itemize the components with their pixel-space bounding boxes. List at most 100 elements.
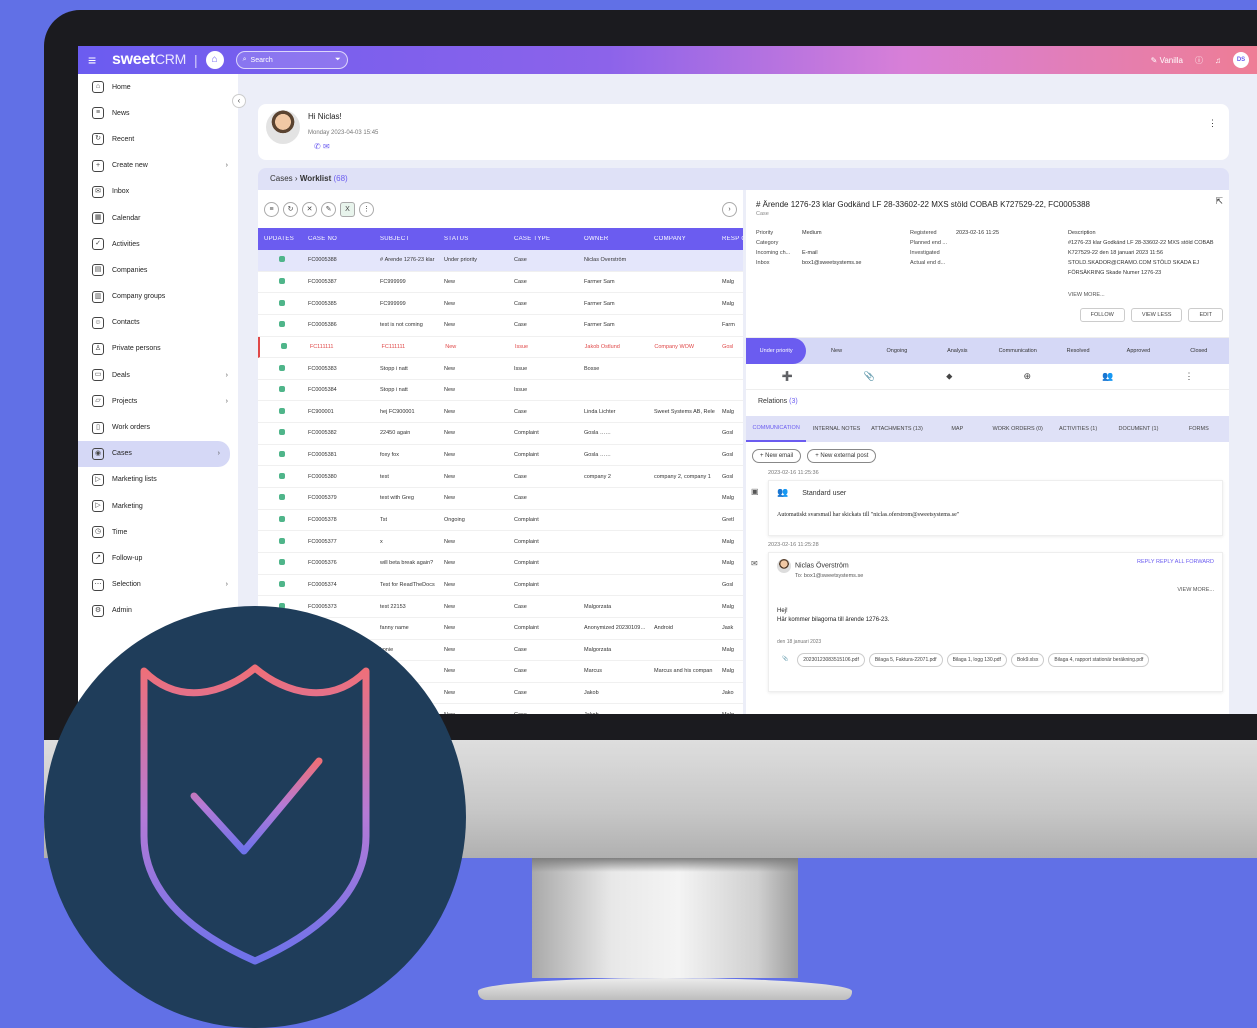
- table-row[interactable]: FC0005379 test with Greg New Case Malg: [258, 488, 743, 510]
- table-row[interactable]: FC900001 hej FC900001 New Case Linda Lichter…: [258, 401, 743, 424]
- table-row[interactable]: FC0005387 FC999999 New Case Farmer Sam Malg: [258, 272, 743, 294]
- attachment-chip[interactable]: Bilaga 4, rapport stationär beräkning.pd…: [1048, 653, 1150, 667]
- user-menu[interactable]: ✎ Vanilla: [1151, 56, 1183, 65]
- table-row[interactable]: FC111111 FC111111 New Issue Jakob Östlund Com…: [258, 336, 743, 359]
- open-external-icon[interactable]: ⇱: [1215, 196, 1223, 207]
- avatar[interactable]: DS: [1233, 52, 1249, 68]
- sidebar-item-activities[interactable]: ✓ Activities: [78, 231, 238, 257]
- tab-map[interactable]: MAP: [927, 426, 987, 432]
- info-icon[interactable]: ⓘ: [1195, 55, 1203, 66]
- table-row[interactable]: FC0005376 will beta break again? New Compla…: [258, 553, 743, 575]
- bell-icon[interactable]: ♫: [1215, 56, 1221, 65]
- tab-activities[interactable]: ACTIVITIES (1): [1048, 426, 1108, 432]
- stage-new[interactable]: New: [806, 348, 866, 354]
- reply-actions[interactable]: REPLY REPLY ALL FORWARD: [1137, 559, 1214, 565]
- excel-export-icon[interactable]: X: [340, 201, 355, 217]
- search-input[interactable]: ⌕ Search ⏷: [235, 51, 348, 69]
- stage-resolved[interactable]: Resolved: [1048, 348, 1108, 354]
- sidebar-item-private-persons[interactable]: ♙ Private persons: [78, 336, 238, 362]
- home-icon[interactable]: ⌂: [205, 51, 224, 69]
- column-header[interactable]: CASE TYPE: [510, 236, 580, 242]
- sidebar-item-follow-up[interactable]: ↗ Follow-up: [78, 545, 238, 571]
- logo[interactable]: sweetCRM: [112, 51, 186, 69]
- sidebar-item-deals[interactable]: ▭ Deals ›: [78, 362, 238, 388]
- sidebar-item-inbox[interactable]: ✉ Inbox: [78, 179, 238, 205]
- sidebar-item-selection[interactable]: ⋯ Selection ›: [78, 572, 238, 598]
- column-header[interactable]: SUBJECT: [374, 236, 440, 242]
- sidebar-item-news[interactable]: ≡ News: [78, 100, 238, 126]
- chevron-right-icon[interactable]: ›: [722, 201, 737, 217]
- table-row[interactable]: FC0005378 Tst Ongoing Complaint Gretl: [258, 510, 743, 532]
- close-icon[interactable]: ✕: [302, 201, 317, 217]
- sidebar-item-marketing-lists[interactable]: ▷ Marketing lists: [78, 467, 238, 493]
- sidebar-item-time[interactable]: ◷ Time: [78, 519, 238, 545]
- collapse-sidebar-icon[interactable]: ‹: [232, 94, 246, 108]
- add-activity-icon[interactable]: ➕: [782, 371, 793, 382]
- table-row[interactable]: FC0005383 Stopp i natt New Issue Bosse: [258, 358, 743, 380]
- sidebar-item-company-groups[interactable]: ▥ Company groups: [78, 284, 238, 310]
- view-more-link[interactable]: VIEW MORE...: [777, 587, 1214, 593]
- tab-communication[interactable]: COMMUNICATION: [746, 416, 807, 442]
- sidebar-item-recent[interactable]: ↻ Recent: [78, 126, 238, 152]
- sidebar-item-calendar[interactable]: ▦ Calendar: [78, 205, 238, 231]
- edit-button[interactable]: EDIT: [1188, 308, 1223, 322]
- sidebar-item-work-orders[interactable]: ▯ Work orders: [78, 414, 238, 440]
- stage-analysis[interactable]: Analysis: [927, 348, 987, 354]
- stage-communication[interactable]: Communication: [988, 348, 1048, 354]
- stage-closed[interactable]: Closed: [1169, 348, 1229, 354]
- table-row[interactable]: FC0005386 test is not coming New Case Farmer…: [258, 315, 743, 337]
- stage-under-priority[interactable]: Under priority: [746, 338, 807, 364]
- paperclip-icon[interactable]: 📎: [864, 371, 875, 382]
- sidebar-item-companies[interactable]: ▤ Companies: [78, 257, 238, 283]
- table-row[interactable]: FC0005388 # Ärende 1276-23 klar Under prio…: [258, 250, 743, 272]
- more-icon[interactable]: ⋮: [1184, 371, 1193, 382]
- phone-icon[interactable]: ✆: [314, 142, 321, 151]
- more-options-icon[interactable]: ⋮: [1208, 118, 1217, 129]
- filter-icon[interactable]: ⏷: [335, 56, 341, 64]
- tab-work-orders[interactable]: WORK ORDERS (0): [988, 426, 1048, 432]
- breadcrumb-root[interactable]: Cases: [270, 174, 293, 183]
- tab-document[interactable]: DOCUMENT (1): [1108, 426, 1168, 432]
- attachment-chip[interactable]: Bilaga 1, logg 130.pdf: [946, 653, 1007, 667]
- table-row[interactable]: FC0005381 foxy fox New Complaint Gosla …… Gos…: [258, 445, 743, 467]
- new-external-post-button[interactable]: + New external post: [807, 449, 877, 463]
- column-header[interactable]: RESP O: [718, 236, 743, 242]
- sidebar-item-marketing[interactable]: ▷ Marketing: [78, 493, 238, 519]
- sidebar-item-create-new[interactable]: + Create new ›: [78, 153, 238, 179]
- table-row[interactable]: FC0005377 x New Complaint Malg: [258, 531, 743, 553]
- tab-internal-notes[interactable]: INTERNAL NOTES: [806, 426, 866, 432]
- tag-icon[interactable]: ⬥: [946, 371, 952, 382]
- column-header[interactable]: CASE NO: [302, 236, 374, 242]
- sidebar-item-home[interactable]: ⌂ Home: [78, 74, 238, 100]
- tab-attachments[interactable]: ATTACHMENTS (13): [867, 426, 927, 432]
- column-header[interactable]: OWNER: [580, 236, 650, 242]
- more-icon[interactable]: ⋮: [359, 201, 374, 217]
- add-users-icon[interactable]: 👥: [1102, 371, 1113, 382]
- attachment-chip[interactable]: 20230123083515106.pdf: [797, 653, 865, 667]
- attachment-chip[interactable]: Bilaga 5, Faktura-22071.pdf: [868, 653, 943, 667]
- mail-icon[interactable]: ✉: [323, 142, 330, 151]
- filter-icon[interactable]: ≡: [264, 201, 279, 217]
- follow-button[interactable]: FOLLOW: [1079, 308, 1125, 322]
- stage-ongoing[interactable]: Ongoing: [867, 348, 927, 354]
- table-row[interactable]: FC0005380 test New Case company 2 company 2, …: [258, 466, 743, 489]
- column-header[interactable]: COMPANY: [650, 236, 718, 242]
- column-header[interactable]: STATUS: [440, 236, 510, 242]
- email-entry[interactable]: ✉ Niclas Överström To: box1@sweetsystems…: [751, 552, 1223, 692]
- view-more-link[interactable]: VIEW MORE...: [1068, 292, 1105, 298]
- tab-forms[interactable]: FORMS: [1169, 426, 1229, 432]
- hamburger-menu-icon[interactable]: ≡: [88, 53, 102, 67]
- new-email-button[interactable]: + New email: [752, 449, 802, 463]
- edit-icon[interactable]: ✎: [321, 201, 336, 217]
- add-contact-icon[interactable]: ⊕: [1024, 371, 1032, 382]
- communication-entry[interactable]: ▣ 👥 Standard user Automatiskt svarsmail h…: [751, 480, 1223, 536]
- table-row[interactable]: FC0005385 FC999999 New Case Farmer Sam Malg: [258, 293, 743, 315]
- table-row[interactable]: FC0005382 22450 again New Complaint Gosla ………: [258, 423, 743, 445]
- stage-approved[interactable]: Approved: [1108, 348, 1168, 354]
- refresh-icon[interactable]: ↻: [283, 201, 298, 217]
- sidebar-item-contacts[interactable]: ☺ Contacts: [78, 310, 238, 336]
- table-row[interactable]: FC0005374 Test for ReadTheDocs New Complain…: [258, 575, 743, 597]
- sidebar-item-cases[interactable]: ◉ Cases ›: [78, 440, 230, 467]
- sidebar-item-projects[interactable]: ▱ Projects ›: [78, 388, 238, 414]
- table-row[interactable]: FC0005384 Stopp i natt New Issue: [258, 380, 743, 402]
